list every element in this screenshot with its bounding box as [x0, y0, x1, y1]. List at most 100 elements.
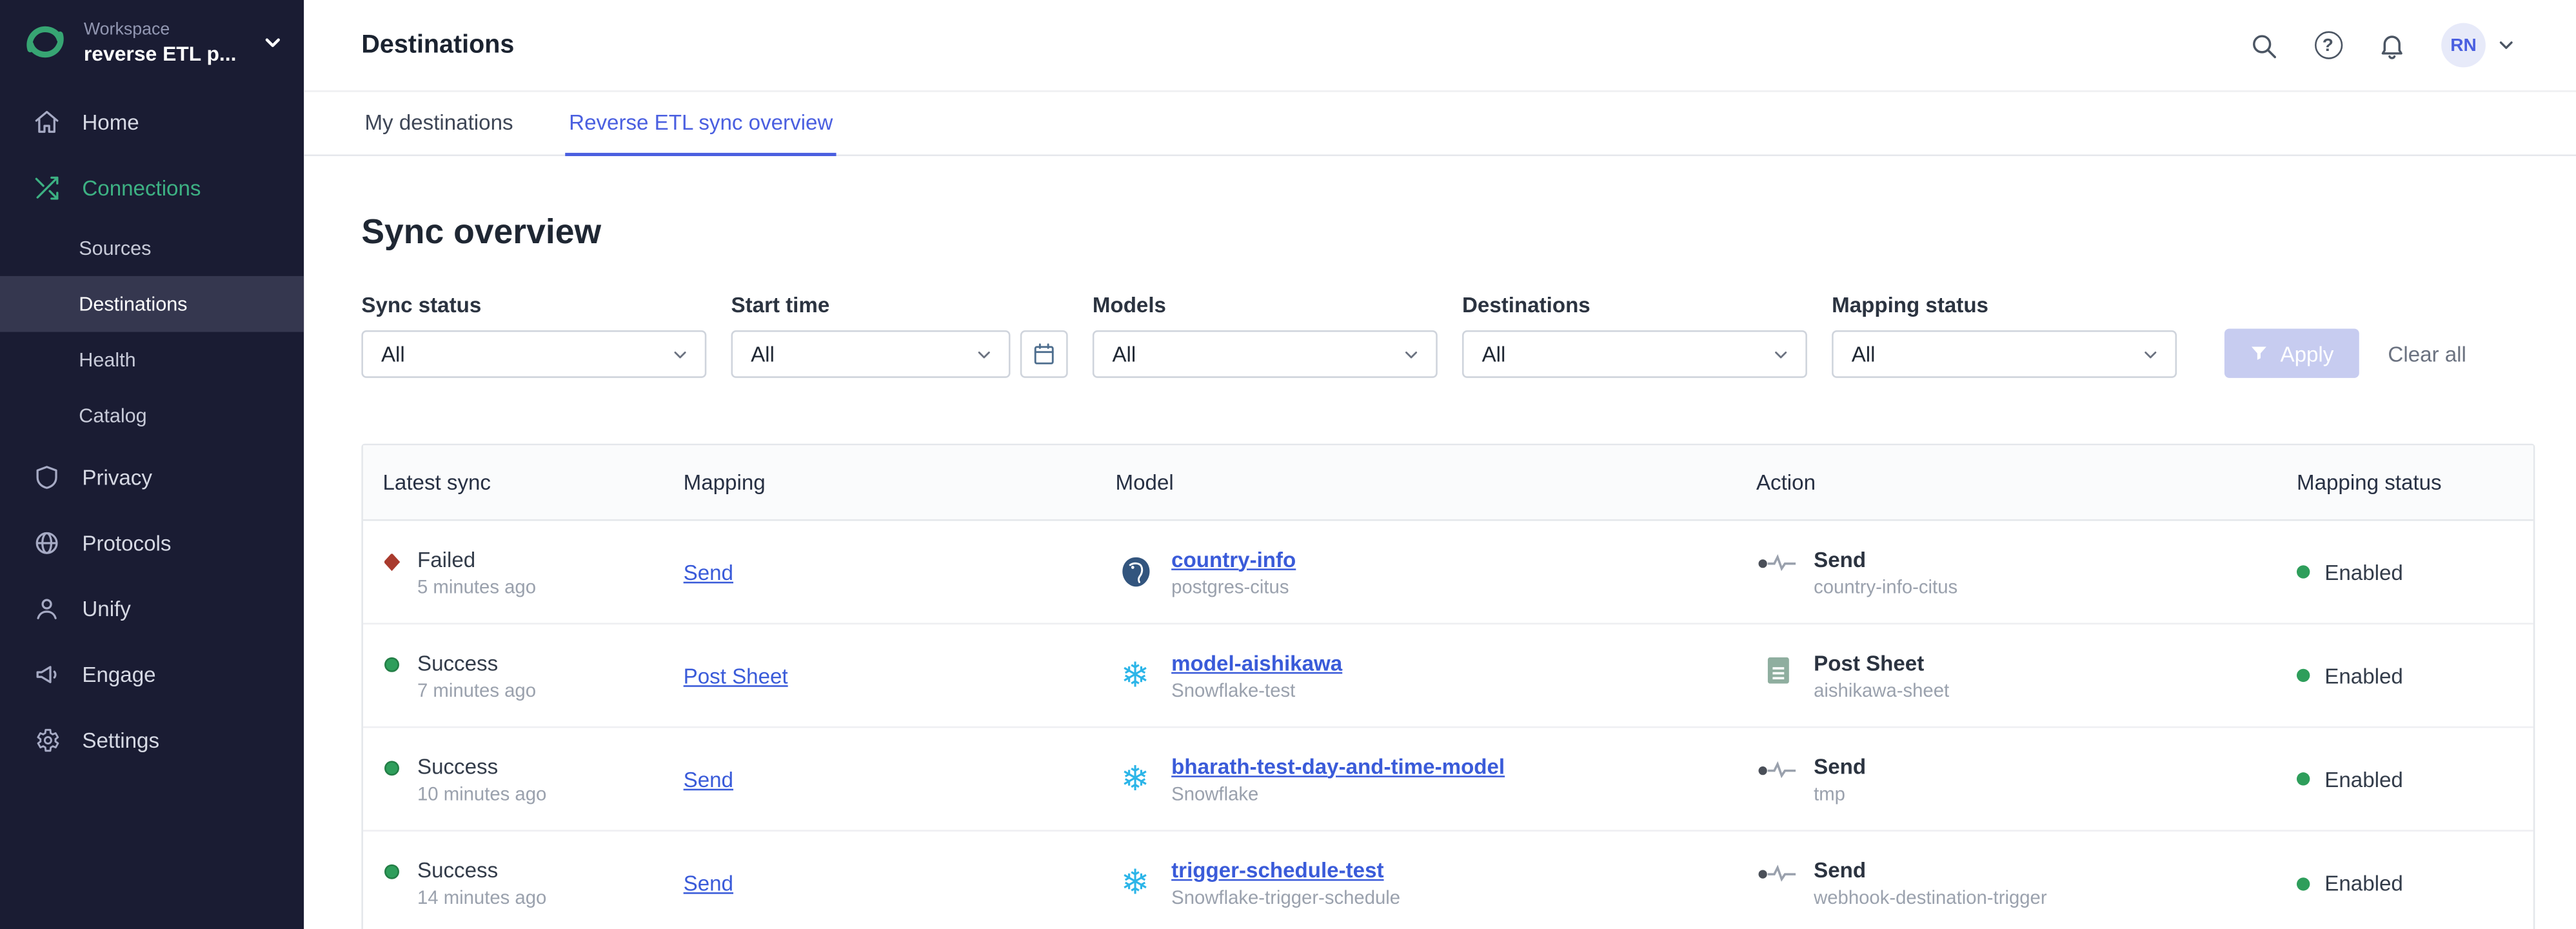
action-name: Send	[1814, 754, 1866, 778]
model-name-link[interactable]: country-info	[1171, 546, 1296, 571]
tab-my-destinations[interactable]: My destinations	[361, 92, 516, 156]
sidebar-item-privacy[interactable]: Privacy	[0, 444, 304, 510]
latest-sync-cell: Failed 5 minutes ago	[382, 546, 683, 597]
shield-icon	[33, 463, 61, 490]
chevron-down-icon	[2141, 345, 2161, 365]
calendar-button[interactable]	[1020, 330, 1068, 378]
latest-sync-cell: Success 7 minutes ago	[382, 650, 683, 701]
mapping-link[interactable]: Send	[684, 559, 733, 584]
sidebar-item-destinations[interactable]: Destinations	[0, 276, 304, 332]
model-name-link[interactable]: model-aishikawa	[1171, 650, 1342, 674]
sidebar-item-label: Engage	[82, 661, 155, 686]
topbar: Destinations ? RN	[304, 0, 2576, 92]
sync-status-text: Success	[417, 754, 546, 778]
tab-reverse-etl-sync-overview[interactable]: Reverse ETL sync overview	[566, 92, 836, 156]
model-cell: country-info postgres-citus	[1116, 546, 1756, 597]
sidebar-item-catalog[interactable]: Catalog	[0, 388, 304, 444]
webhook-icon	[1756, 754, 1799, 804]
snowflake-icon: ❄	[1116, 658, 1155, 692]
sidebar-nav: Home Connections Sources Destinations He…	[0, 85, 304, 772]
filter-label: Sync status	[361, 292, 706, 317]
mapping-link[interactable]: Post Sheet	[684, 663, 788, 688]
mapping-cell: Send	[684, 871, 1116, 895]
sidebar-item-home[interactable]: Home	[0, 89, 304, 155]
sync-status-text: Success	[417, 858, 546, 883]
main-area: Destinations ? RN My destinations	[304, 0, 2576, 929]
action-destination: webhook-destination-trigger	[1814, 889, 2047, 909]
sync-status-text: Failed	[417, 546, 536, 571]
action-destination: aishikawa-sheet	[1814, 681, 1949, 701]
sync-time: 5 minutes ago	[417, 577, 536, 597]
mapping-link[interactable]: Send	[684, 766, 733, 791]
workspace-switcher[interactable]: Workspace reverse ETL p...	[0, 0, 304, 85]
model-source: postgres-citus	[1171, 577, 1296, 597]
model-source: Snowflake	[1171, 784, 1505, 804]
models-select[interactable]: All	[1093, 330, 1438, 378]
action-name: Send	[1814, 546, 1957, 571]
help-icon[interactable]: ?	[2313, 30, 2343, 60]
mapping-link[interactable]: Send	[684, 871, 733, 895]
filters-bar: Sync status All Start time All	[361, 292, 2536, 377]
action-destination: tmp	[1814, 784, 1866, 804]
user-menu[interactable]: RN	[2441, 23, 2517, 68]
search-icon[interactable]	[2249, 30, 2279, 60]
sidebar-item-engage[interactable]: Engage	[0, 641, 304, 706]
protocols-icon	[33, 528, 61, 556]
enabled-dot-icon	[2297, 565, 2310, 578]
action-cell: Post Sheet aishikawa-sheet	[1756, 650, 2297, 701]
mapping-status-select[interactable]: All	[1832, 330, 2177, 378]
chevron-down-icon	[1402, 345, 1422, 365]
webhook-icon	[1756, 546, 1799, 597]
action-name: Post Sheet	[1814, 650, 1949, 674]
table-row: Success 7 minutes ago Post Sheet ❄ model…	[363, 624, 2533, 728]
model-cell: ❄ bharath-test-day-and-time-model Snowfl…	[1116, 754, 1756, 804]
action-destination: country-info-citus	[1814, 577, 1957, 597]
model-name-link[interactable]: bharath-test-day-and-time-model	[1171, 754, 1505, 778]
avatar: RN	[2441, 23, 2486, 68]
model-cell: ❄ trigger-schedule-test Snowflake-trigge…	[1116, 858, 1756, 909]
mapping-status-cell: Enabled	[2297, 766, 2533, 791]
action-cell: Send tmp	[1756, 754, 2297, 804]
content: Sync overview Sync status All Start time…	[304, 214, 2576, 929]
page-title: Sync overview	[361, 214, 2536, 253]
sidebar-item-protocols[interactable]: Protocols	[0, 510, 304, 575]
workspace-text: Workspace reverse ETL p...	[84, 19, 237, 65]
person-icon	[33, 594, 61, 622]
column-header-mapping: Mapping	[684, 470, 1116, 494]
select-value: All	[1112, 342, 1136, 366]
google-sheets-icon	[1756, 650, 1799, 701]
sync-time: 10 minutes ago	[417, 784, 546, 804]
bell-icon[interactable]	[2377, 30, 2407, 60]
column-header-model: Model	[1116, 470, 1756, 494]
sidebar-item-settings[interactable]: Settings	[0, 706, 304, 772]
filter-label: Mapping status	[1832, 292, 2177, 317]
mapping-cell: Send	[684, 559, 1116, 584]
sidebar-item-unify[interactable]: Unify	[0, 575, 304, 641]
start-time-select[interactable]: All	[731, 330, 1011, 378]
snowflake-icon: ❄	[1116, 762, 1155, 796]
model-name-link[interactable]: trigger-schedule-test	[1171, 858, 1383, 883]
gear-icon	[33, 726, 61, 754]
table-row: Success 14 minutes ago Send ❄ trigger-sc…	[363, 832, 2533, 929]
filter-destinations: Destinations All	[1462, 292, 1807, 377]
mapping-status-cell: Enabled	[2297, 559, 2533, 584]
filter-mapping-status: Mapping status All	[1832, 292, 2177, 377]
mapping-status-text: Enabled	[2324, 663, 2403, 688]
filter-label: Start time	[731, 292, 1068, 317]
filter-models: Models All	[1093, 292, 1438, 377]
mapping-status-text: Enabled	[2324, 871, 2403, 895]
webhook-icon	[1756, 858, 1799, 909]
filter-start-time: Start time All	[731, 292, 1068, 377]
sidebar-item-connections[interactable]: Connections	[0, 154, 304, 220]
sidebar-item-label: Protocols	[82, 530, 171, 554]
apply-button[interactable]: Apply	[2224, 328, 2359, 377]
page-header-title: Destinations	[361, 30, 514, 60]
sidebar-item-sources[interactable]: Sources	[0, 220, 304, 276]
sync-status-select[interactable]: All	[361, 330, 706, 378]
sidebar-item-label: Sources	[79, 237, 151, 260]
snowflake-icon: ❄	[1116, 866, 1155, 900]
sidebar-item-health[interactable]: Health	[0, 332, 304, 388]
clear-all-link[interactable]: Clear all	[2388, 342, 2466, 378]
destinations-select[interactable]: All	[1462, 330, 1807, 378]
home-icon	[33, 108, 61, 135]
